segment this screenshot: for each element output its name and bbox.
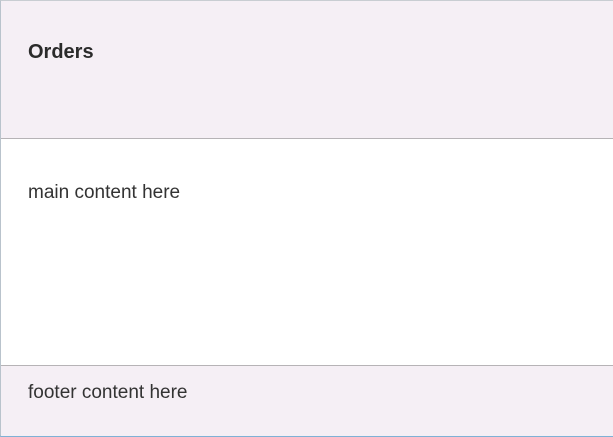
main-content-text: main content here xyxy=(28,182,181,203)
app-window: Orders main content here footer content … xyxy=(0,0,613,437)
page-header: Orders xyxy=(1,1,613,139)
footer-content-text: footer content here xyxy=(28,382,188,403)
page-footer: footer content here xyxy=(1,365,613,436)
page-title: Orders xyxy=(28,41,94,63)
main-content-area: main content here xyxy=(1,139,613,365)
